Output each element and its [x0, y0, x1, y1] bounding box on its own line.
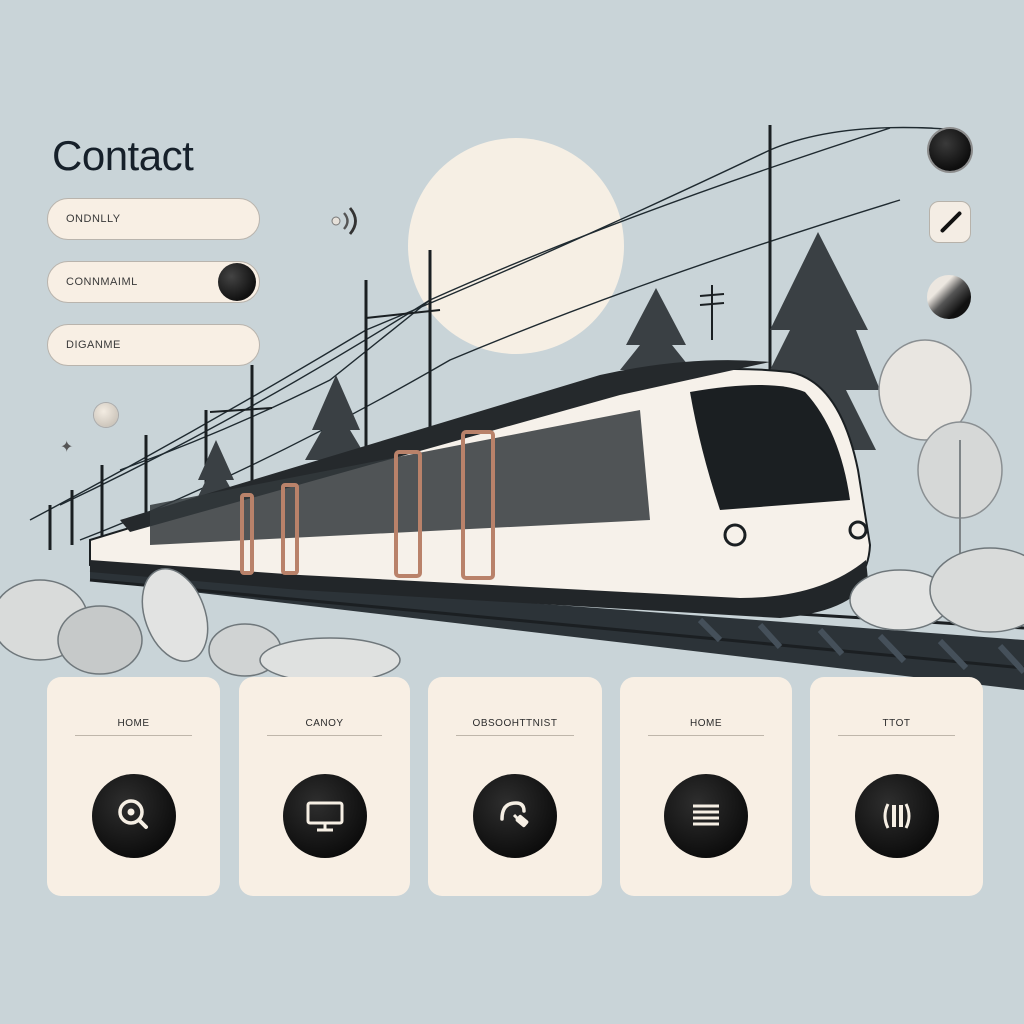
- field-label: CONNMAIML: [66, 276, 138, 288]
- card-home[interactable]: HOME: [47, 677, 220, 896]
- card-canoy[interactable]: CANOY: [239, 677, 410, 896]
- pause-icon: [883, 803, 910, 829]
- card-label: HOME: [117, 718, 150, 729]
- card-button[interactable]: [282, 774, 367, 858]
- card-button[interactable]: [854, 774, 939, 858]
- menu-icon: [693, 804, 719, 826]
- monitor-icon: [306, 801, 343, 832]
- field-label: ONDNLLY: [66, 213, 121, 225]
- divider: [267, 735, 382, 736]
- card-ttot[interactable]: TTOT: [810, 677, 983, 896]
- card-label: OBSOOHTTNIST: [472, 718, 558, 729]
- card-label: TTOT: [882, 718, 911, 729]
- toggle-knob-icon[interactable]: [218, 263, 256, 301]
- dark-dot-button[interactable]: [929, 129, 971, 171]
- divider: [75, 735, 192, 736]
- card-label: HOME: [690, 718, 722, 729]
- sun: [408, 138, 624, 354]
- contact-field-email[interactable]: CONNMAIML: [47, 261, 260, 303]
- divider: [838, 735, 955, 736]
- card-button[interactable]: [664, 774, 748, 858]
- card-button[interactable]: [473, 774, 557, 858]
- contact-field-name[interactable]: ONDNLLY: [47, 198, 260, 240]
- sparkle-icon: ✦: [60, 439, 74, 456]
- card-obsoohttnist[interactable]: OBSOOHTTNIST: [428, 677, 602, 896]
- divider: [648, 735, 764, 736]
- field-label: DIGANME: [66, 339, 121, 351]
- page-title: Contact: [52, 132, 194, 179]
- divider: [456, 735, 574, 736]
- dot-icon: [94, 403, 118, 427]
- card-button[interactable]: [91, 774, 176, 858]
- card-label: CANOY: [305, 718, 344, 729]
- edit-button[interactable]: [929, 201, 971, 243]
- pencil-icon: [939, 210, 963, 234]
- plug-icon: [500, 801, 529, 828]
- half-circle-button[interactable]: [927, 275, 971, 319]
- search-icon: [117, 799, 148, 829]
- round-shrubs: [878, 339, 1003, 560]
- contact-field-message[interactable]: DIGANME: [47, 324, 260, 366]
- card-home-2[interactable]: HOME: [620, 677, 792, 896]
- sound-icon: [331, 207, 357, 235]
